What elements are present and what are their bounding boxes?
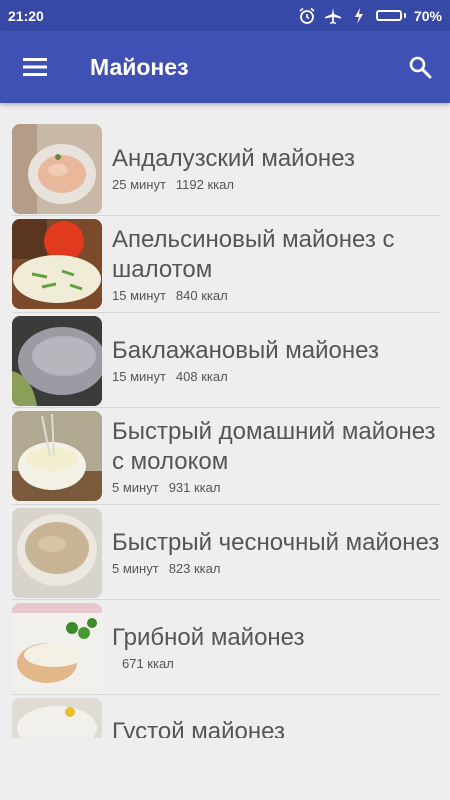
recipe-time: 15 минут	[112, 369, 166, 384]
recipe-title: Быстрый домашний майонез с молоком	[112, 418, 436, 475]
menu-button[interactable]	[0, 31, 70, 103]
search-button[interactable]	[390, 31, 450, 103]
list-item[interactable]: Грибной майонез 671 ккал	[12, 600, 440, 695]
list-item[interactable]: Быстрый чесночный майонез 5 минут 823 кка…	[12, 505, 440, 600]
recipe-calories: 823 ккал	[168, 561, 221, 576]
list-item[interactable]: Баклажановый майонез 15 минут 408 ккал	[12, 313, 440, 408]
page-title: Майонез	[90, 53, 189, 80]
battery-icon	[375, 10, 406, 21]
recipe-title: Андалузский майонез	[112, 145, 356, 172]
battery-percent: 70%	[413, 7, 442, 24]
recipe-title: Быстрый чесночный майонез	[112, 529, 440, 556]
charging-icon	[350, 7, 368, 25]
list-item[interactable]: Густой майонез	[12, 695, 440, 738]
recipe-calories: 1192 ккал	[175, 177, 234, 192]
recipe-thumbnail	[12, 316, 102, 406]
status-bar: 21:20 70%	[0, 0, 450, 31]
recipe-calories: 671 ккал	[122, 656, 174, 671]
recipe-calories: 840 ккал	[175, 288, 228, 303]
recipe-time: 5 минут	[112, 480, 159, 495]
airplane-icon	[324, 7, 342, 25]
recipe-title: Апельсиновый майонез с шалотом	[112, 226, 395, 283]
list-item[interactable]: Андалузский майонез 25 минут 1192 ккал	[12, 121, 440, 216]
recipe-thumbnail	[12, 508, 102, 598]
recipe-thumbnail	[12, 603, 102, 693]
recipe-time: 25 минут	[112, 177, 166, 192]
list-item[interactable]: Быстрый домашний майонез с молоком 5 мин…	[12, 408, 440, 505]
menu-icon	[23, 58, 47, 76]
recipe-time: 15 минут	[112, 288, 166, 303]
list-item[interactable]: Апельсиновый майонез с шалотом 15 минут 8…	[12, 216, 440, 313]
recipe-title: Густой майонез	[112, 718, 285, 738]
search-icon	[409, 56, 432, 79]
recipe-thumbnail	[12, 698, 102, 738]
recipe-time: 5 минут	[112, 561, 159, 576]
recipe-title: Грибной майонез	[112, 624, 305, 651]
recipe-thumbnail	[12, 124, 102, 214]
recipe-list[interactable]: Андалузский майонез 25 минут 1192 ккал Ап…	[0, 121, 450, 738]
recipe-thumbnail	[12, 411, 102, 501]
app-bar: Майонез	[0, 31, 450, 103]
status-time: 21:20	[8, 7, 44, 24]
recipe-title: Баклажановый майонез	[112, 337, 379, 364]
recipe-thumbnail	[12, 219, 102, 309]
alarm-icon	[298, 7, 316, 25]
recipe-calories: 931 ккал	[168, 480, 221, 495]
recipe-calories: 408 ккал	[175, 369, 228, 384]
